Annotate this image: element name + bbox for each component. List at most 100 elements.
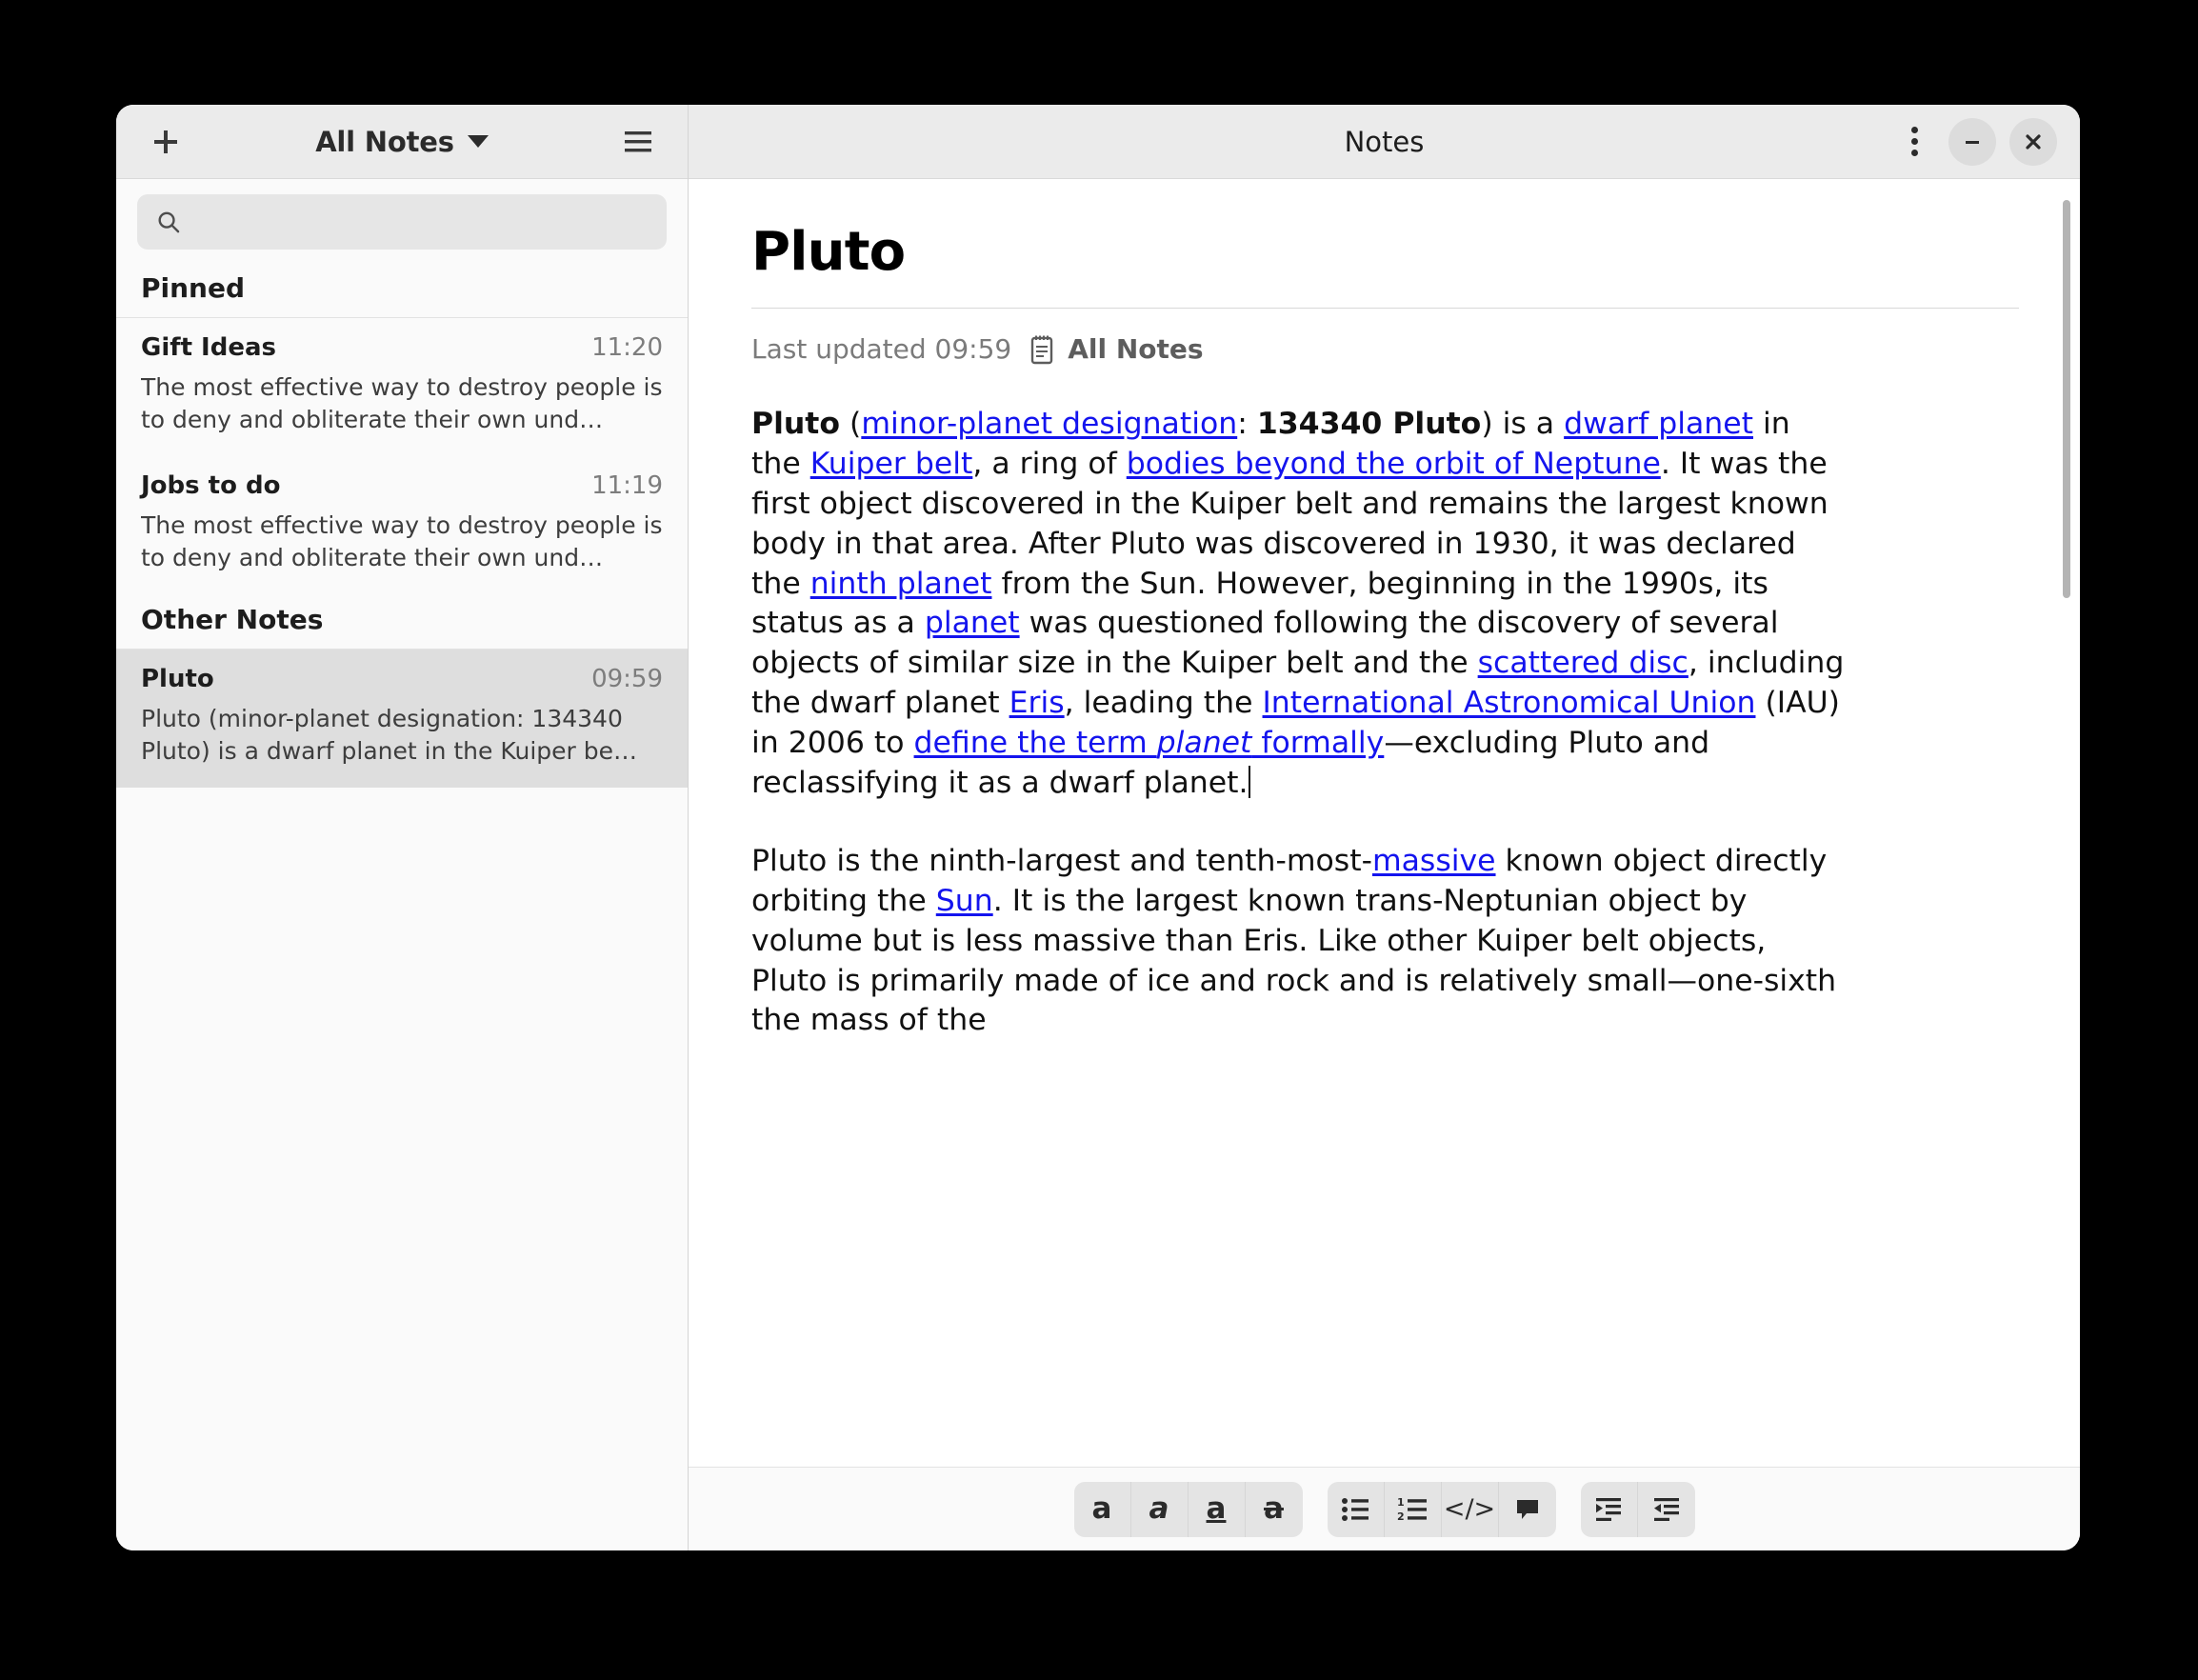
code-icon: </>: [1444, 1496, 1495, 1522]
toolbar-group-blocks: 1 2 </>: [1328, 1482, 1556, 1537]
quote-button[interactable]: [1499, 1482, 1556, 1537]
body-link[interactable]: formally: [1251, 726, 1384, 760]
list-item-time: 11:20: [591, 333, 663, 362]
editor-scrollbar[interactable]: [2063, 200, 2070, 1190]
note-metadata: Last updated 09:59 All Notes: [751, 333, 2019, 365]
list-item-header: Gift Ideas 11:20: [141, 333, 663, 362]
notes-window: All Notes Pinned: [116, 105, 2080, 1550]
window-controls: [1893, 117, 2057, 167]
body-link[interactable]: define the term: [914, 726, 1157, 760]
dot: [1911, 138, 1918, 145]
notepad-icon: [1029, 334, 1055, 365]
sidebar-filter-label: All Notes: [315, 126, 454, 158]
window-titlebar: Notes: [689, 105, 2080, 179]
numbered-list-button[interactable]: 1 2: [1385, 1482, 1442, 1537]
text-cursor: [1249, 766, 1250, 798]
quote-icon: [1514, 1496, 1541, 1523]
sidebar: All Notes Pinned: [116, 105, 689, 1550]
body-link[interactable]: Eris: [1009, 686, 1065, 720]
list-item-pluto[interactable]: Pluto 09:59 Pluto (minor-planet designat…: [116, 650, 688, 788]
note-paragraph: Pluto is the ninth-largest and tenth-mos…: [751, 842, 1847, 1041]
notebook-link[interactable]: All Notes: [1029, 333, 1203, 365]
plus-icon: [151, 128, 180, 156]
hamburger-icon: [623, 130, 653, 154]
list-item-preview: Pluto (minor-planet designation: 134340 …: [141, 703, 663, 768]
search-input[interactable]: [194, 208, 648, 237]
list-item-title: Gift Ideas: [141, 333, 276, 362]
strikethrough-icon: a: [1264, 1494, 1284, 1524]
list-item-time: 09:59: [591, 665, 663, 693]
body-link[interactable]: bodies beyond the orbit of Neptune: [1127, 447, 1661, 481]
chevron-down-icon: [468, 135, 489, 148]
editor-pane: Notes: [689, 105, 2080, 1550]
list-item-preview: The most effective way to destroy people…: [141, 371, 663, 436]
note-scroll-area[interactable]: Pluto Last updated 09:59: [689, 179, 2080, 1467]
formatting-toolbar: a a a a: [689, 1467, 2080, 1550]
body-link[interactable]: Sun: [936, 884, 993, 918]
minimize-icon: [1961, 130, 1984, 153]
outdent-button[interactable]: [1638, 1482, 1695, 1537]
last-updated-label: Last updated 09:59: [751, 333, 1011, 365]
bold-icon: a: [1092, 1494, 1112, 1524]
minimize-button[interactable]: [1948, 118, 1996, 166]
list-item[interactable]: Jobs to do 11:19 The most effective way …: [116, 456, 688, 594]
note-paragraph: Pluto (minor-planet designation: 134340 …: [751, 405, 1847, 804]
code-button[interactable]: </>: [1442, 1482, 1499, 1537]
dot: [1911, 127, 1918, 133]
body-link[interactable]: Kuiper belt: [810, 447, 973, 481]
sidebar-menu-button[interactable]: [613, 117, 663, 167]
toolbar-group-text-style: a a a a: [1074, 1482, 1303, 1537]
new-note-button[interactable]: [141, 117, 190, 167]
body-link[interactable]: dwarf planet: [1564, 407, 1753, 441]
body-link[interactable]: planet: [1157, 726, 1252, 760]
bold-button[interactable]: a: [1074, 1482, 1131, 1537]
window-title: Notes: [689, 126, 2080, 158]
search-container: [116, 179, 688, 263]
note-content: Pluto Last updated 09:59: [689, 179, 2080, 1041]
list-item-time: 11:19: [591, 471, 663, 500]
outdent-icon: [1652, 1497, 1681, 1522]
body-bold: 134340 Pluto: [1257, 407, 1481, 441]
italic-icon: a: [1149, 1494, 1169, 1524]
notebook-link-label: All Notes: [1068, 333, 1203, 365]
section-header-other-notes: Other Notes: [116, 594, 688, 650]
sidebar-header: All Notes: [116, 105, 688, 179]
search-field[interactable]: [137, 194, 667, 250]
bullet-list-icon: [1341, 1497, 1369, 1522]
bullet-list-button[interactable]: [1328, 1482, 1385, 1537]
three-dots-vertical-icon[interactable]: [1893, 117, 1935, 167]
italic-button[interactable]: a: [1131, 1482, 1189, 1537]
notes-list[interactable]: Pinned Gift Ideas 11:20 The most effecti…: [116, 263, 688, 1550]
body-link[interactable]: minor-planet designation: [861, 407, 1237, 441]
list-item[interactable]: Gift Ideas 11:20 The most effective way …: [116, 318, 688, 456]
list-item-title: Pluto: [141, 665, 214, 693]
notes-filter-dropdown[interactable]: All Notes: [190, 126, 613, 158]
numbered-list-icon: 1 2: [1397, 1497, 1428, 1522]
note-body-text[interactable]: Pluto (minor-planet designation: 134340 …: [751, 405, 1847, 1041]
scrollbar-thumb[interactable]: [2063, 200, 2070, 598]
search-icon: [156, 209, 181, 235]
body-link[interactable]: International Astronomical Union: [1263, 686, 1756, 720]
dot: [1911, 150, 1918, 156]
toolbar-group-indent: [1581, 1482, 1695, 1537]
svg-text:2: 2: [1397, 1510, 1405, 1522]
body-link[interactable]: planet: [925, 606, 1020, 640]
close-icon: [2022, 130, 2045, 153]
strikethrough-button[interactable]: a: [1246, 1482, 1303, 1537]
svg-text:1: 1: [1397, 1497, 1405, 1509]
body-link[interactable]: massive: [1372, 844, 1496, 878]
list-item-title: Jobs to do: [141, 471, 281, 500]
underline-icon: a: [1207, 1494, 1227, 1524]
body-link[interactable]: scattered disc: [1478, 646, 1688, 680]
indent-button[interactable]: [1581, 1482, 1638, 1537]
body-link[interactable]: ninth planet: [810, 567, 992, 601]
underline-button[interactable]: a: [1189, 1482, 1246, 1537]
list-item-preview: The most effective way to destroy people…: [141, 510, 663, 574]
list-item-header: Pluto 09:59: [141, 665, 663, 693]
indent-icon: [1594, 1497, 1623, 1522]
page-title: Pluto: [751, 221, 2019, 283]
divider: [751, 308, 2019, 309]
section-header-pinned: Pinned: [116, 263, 688, 318]
close-button[interactable]: [2009, 118, 2057, 166]
body-bold: Pluto: [751, 407, 840, 441]
